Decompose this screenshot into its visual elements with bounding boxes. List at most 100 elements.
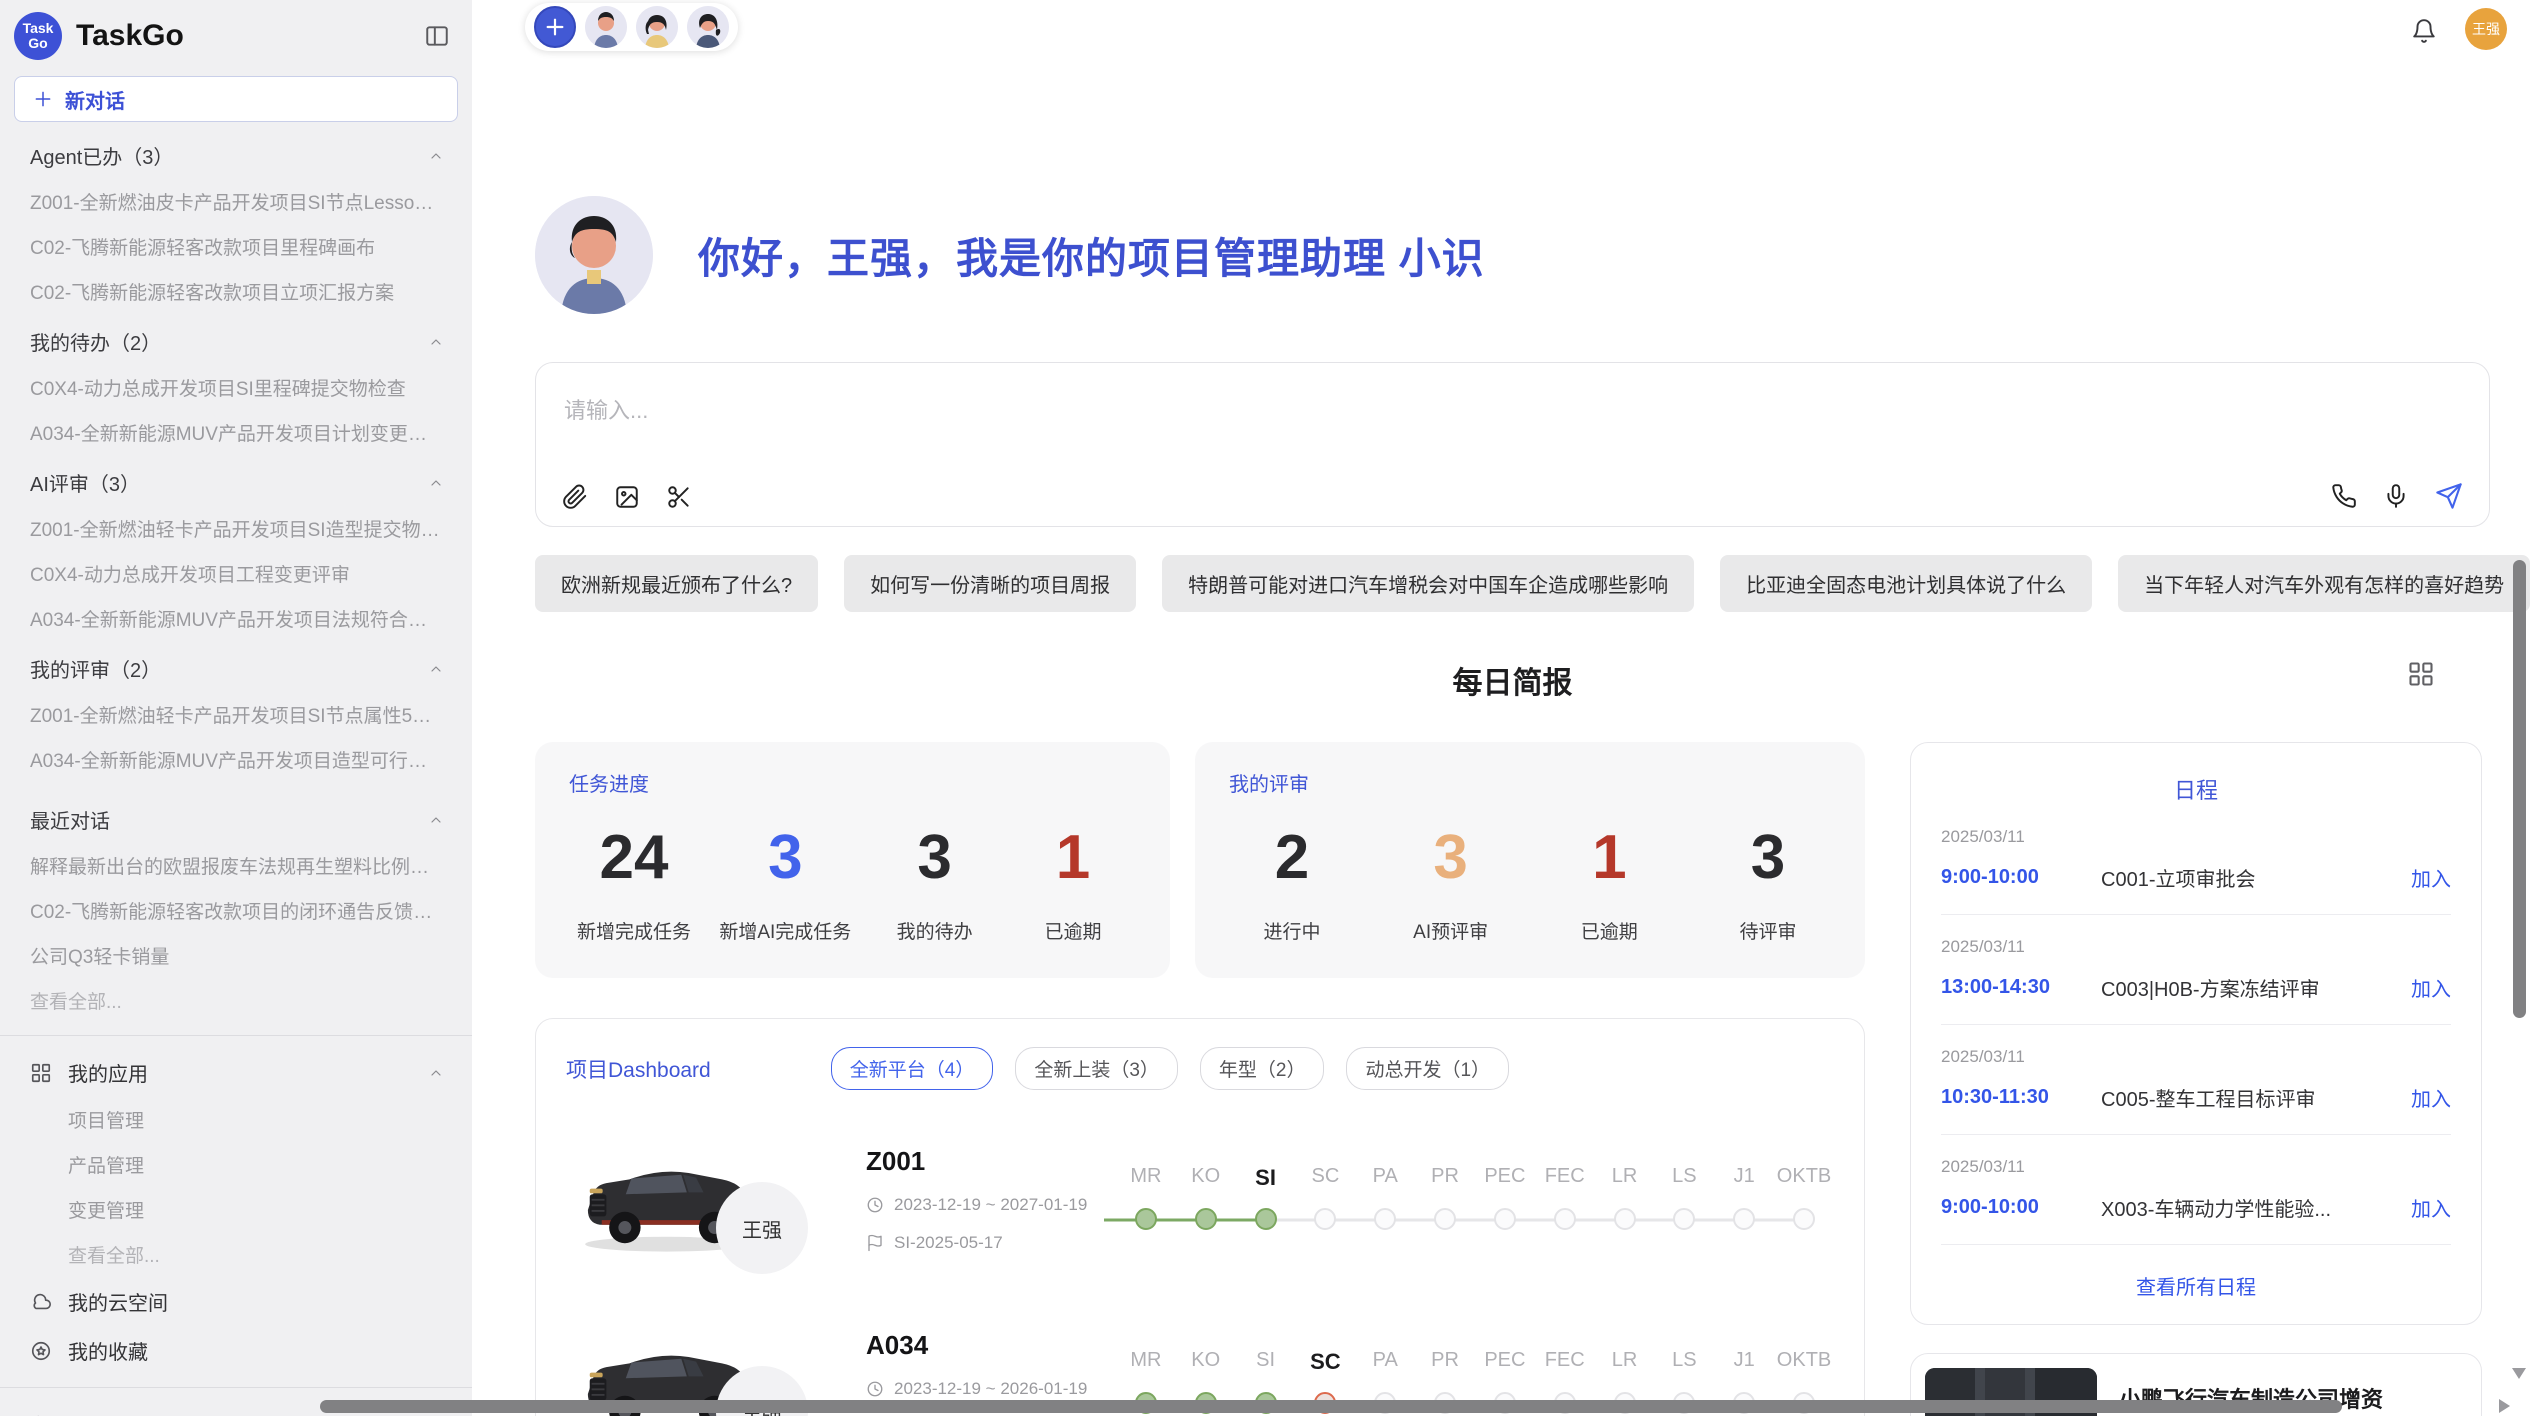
project-dates: 2023-12-19 ~ 2026-01-19	[894, 1379, 1087, 1399]
section-title: 我的待办（2）	[30, 327, 161, 356]
join-link[interactable]: 加入	[2411, 863, 2451, 892]
schedule-event: 2025/03/11 13:00-14:30 C003|H0B-方案冻结评审 加…	[1941, 937, 2451, 1025]
new-chat-button[interactable]: 新对话	[14, 76, 458, 122]
avatar[interactable]	[636, 6, 678, 48]
suggestion-chip[interactable]: 当下年轻人对汽车外观有怎样的喜好趋势	[2118, 555, 2530, 612]
suggestion-chip[interactable]: 欧洲新规最近颁布了什么?	[535, 555, 818, 612]
sidebar-task-item[interactable]: A034-全新新能源MUV产品开发项目造型可行性评审	[0, 737, 472, 782]
apps-view-all-link[interactable]: 查看全部...	[0, 1232, 472, 1277]
section-header[interactable]: 我的待办（2）	[0, 318, 472, 365]
layout-grid-icon[interactable]	[2407, 660, 2435, 688]
project-thumbnail: 王强	[566, 1124, 866, 1274]
task-progress-title: 任务进度	[569, 768, 1136, 797]
greeting-row: 你好，王强，我是你的项目管理助理 小识	[535, 196, 2490, 314]
sidebar-task-item[interactable]: C02-飞腾新能源轻客改款项目立项汇报方案	[0, 269, 472, 314]
milestone-label: PEC	[1475, 1349, 1535, 1391]
dashboard-tab[interactable]: 全新上装（3）	[1015, 1047, 1178, 1090]
suggestion-chip[interactable]: 如何写一份清晰的项目周报	[844, 555, 1136, 612]
sidebar-task-item[interactable]: A034-全新新能源MUV产品开发项目法规符合性评审	[0, 596, 472, 641]
input-actions	[2331, 482, 2463, 510]
dashboard-tab[interactable]: 动总开发（1）	[1346, 1047, 1509, 1090]
sidebar-section-apps: 我的应用 项目管理产品管理变更管理 查看全部...	[0, 1048, 472, 1277]
scroll-down-arrow[interactable]	[2512, 1368, 2526, 1379]
chevron-up-icon	[428, 475, 444, 491]
dashboard-tab[interactable]: 全新平台（4）	[831, 1047, 994, 1090]
dashboard-tab[interactable]: 年型（2）	[1200, 1047, 1325, 1090]
milestone: PA	[1355, 1165, 1415, 1233]
scissors-icon[interactable]	[666, 484, 692, 510]
image-icon[interactable]	[614, 484, 640, 510]
join-link[interactable]: 加入	[2411, 1083, 2451, 1112]
stat-value: 3	[719, 827, 851, 889]
vertical-scrollbar-thumb[interactable]	[2513, 560, 2526, 1018]
section-header[interactable]: AI评审（3）	[0, 459, 472, 506]
section-header[interactable]: 最近对话	[0, 796, 472, 843]
send-icon[interactable]	[2435, 482, 2463, 510]
section-header[interactable]: Agent已办（3）	[0, 132, 472, 179]
avatar[interactable]	[687, 6, 729, 48]
join-link[interactable]: 加入	[2411, 973, 2451, 1002]
section-header[interactable]: 我的评审（2）	[0, 645, 472, 692]
chat-input[interactable]	[564, 393, 2461, 463]
my-apps-row[interactable]: 我的应用	[0, 1048, 472, 1097]
sidebar-task-item[interactable]: C0X4-动力总成开发项目SI里程碑提交物检查	[0, 365, 472, 410]
join-link[interactable]: 加入	[2411, 1193, 2451, 1222]
sidebar-task-item[interactable]: Z001-全新燃油轻卡产品开发项目SI造型提交物评审	[0, 506, 472, 551]
event-time: 9:00-10:00	[1941, 866, 2101, 889]
stat-label: AI预评审	[1396, 917, 1506, 944]
suggestion-chip[interactable]: 比亚迪全固态电池计划具体说了什么	[1720, 555, 2092, 612]
sidebar-task-item[interactable]: C0X4-动力总成开发项目工程变更评审	[0, 551, 472, 596]
sidebar-task-item[interactable]: Z001-全新燃油皮卡产品开发项目SI节点Lesson Learn报告	[0, 179, 472, 224]
milestone-dot	[1255, 1208, 1277, 1230]
view-all-schedule-link[interactable]: 查看所有日程	[1941, 1271, 2451, 1300]
my-cloud-row[interactable]: 我的云空间	[0, 1277, 472, 1326]
app-item[interactable]: 项目管理	[0, 1097, 472, 1142]
recent-chat-item[interactable]: C02-飞腾新能源轻客改款项目的闭环通告反馈情况	[0, 888, 472, 933]
horizontal-scrollbar-thumb[interactable]	[320, 1400, 2342, 1413]
notification-bell-icon[interactable]	[2411, 18, 2437, 44]
stat-label: 新增AI完成任务	[719, 917, 851, 944]
section-title: 最近对话	[30, 805, 110, 834]
event-time: 10:30-11:30	[1941, 1086, 2101, 1109]
star-badge-icon	[30, 1340, 52, 1362]
paperclip-icon[interactable]	[562, 484, 588, 510]
stat-item: 1 已逾期	[1018, 827, 1128, 944]
event-name: X003-车辆动力学性能验...	[2101, 1193, 2397, 1222]
milestone-dot	[1554, 1208, 1576, 1230]
milestone-label: SI	[1236, 1349, 1296, 1391]
event-time: 13:00-14:30	[1941, 976, 2101, 999]
greeting-text: 你好，王强，我是你的项目管理助理 小识	[698, 225, 1485, 286]
main-header: 王强	[472, 0, 2532, 56]
sidebar-section-my-todo: 我的待办（2） C0X4-动力总成开发项目SI里程碑提交物检查A034-全新新能…	[0, 318, 472, 455]
microphone-icon[interactable]	[2383, 483, 2409, 509]
logo-line1: Task	[23, 21, 54, 36]
my-favorites-row[interactable]: 我的收藏	[0, 1326, 472, 1375]
left-column: 任务进度 24 新增完成任务 3 新增AI完成任务	[535, 742, 1865, 1416]
collapse-sidebar-icon[interactable]	[424, 23, 450, 49]
suggestion-chip[interactable]: 特朗普可能对进口汽车增税会对中国车企造成哪些影响	[1162, 555, 1694, 612]
milestone-dot	[1614, 1208, 1636, 1230]
sidebar-task-item[interactable]: A034-全新新能源MUV产品开发项目计划变更表编写	[0, 410, 472, 455]
milestone-label: PR	[1415, 1349, 1475, 1391]
chevron-up-icon	[428, 661, 444, 677]
sidebar-task-item[interactable]: Z001-全新燃油轻卡产品开发项目SI节点属性5D文件评审	[0, 692, 472, 737]
user-avatar[interactable]: 王强	[2465, 8, 2507, 50]
recent-chat-item[interactable]: 解释最新出台的欧盟报废车法规再生塑料比例被调至15%...	[0, 843, 472, 888]
phone-icon[interactable]	[2331, 483, 2357, 509]
event-name: C005-整车工程目标评审	[2101, 1083, 2397, 1112]
recent-chat-item[interactable]: 公司Q3轻卡销量	[0, 933, 472, 978]
app-item[interactable]: 变更管理	[0, 1187, 472, 1232]
plus-icon	[544, 16, 566, 38]
event-name: C003|H0B-方案冻结评审	[2101, 973, 2397, 1002]
avatar[interactable]	[585, 6, 627, 48]
app-item[interactable]: 产品管理	[0, 1142, 472, 1187]
stat-label: 进行中	[1237, 917, 1347, 944]
project-row-z001[interactable]: 王强 Z001 2023-12-19 ~ 2027-01-19	[566, 1124, 1834, 1274]
sidebar-task-item[interactable]: C02-飞腾新能源轻客改款项目里程碑画布	[0, 224, 472, 269]
milestone-dot	[1793, 1208, 1815, 1230]
add-conversation-button[interactable]	[534, 6, 576, 48]
main-content: 你好，王强，我是你的项目管理助理 小识	[472, 0, 2532, 1416]
suggestion-chips: 欧洲新规最近颁布了什么? 如何写一份清晰的项目周报特朗普可能对进口汽车增税会对中国…	[535, 555, 2490, 612]
scroll-right-arrow[interactable]	[2499, 1399, 2510, 1413]
recent-view-all-link[interactable]: 查看全部...	[0, 978, 472, 1023]
